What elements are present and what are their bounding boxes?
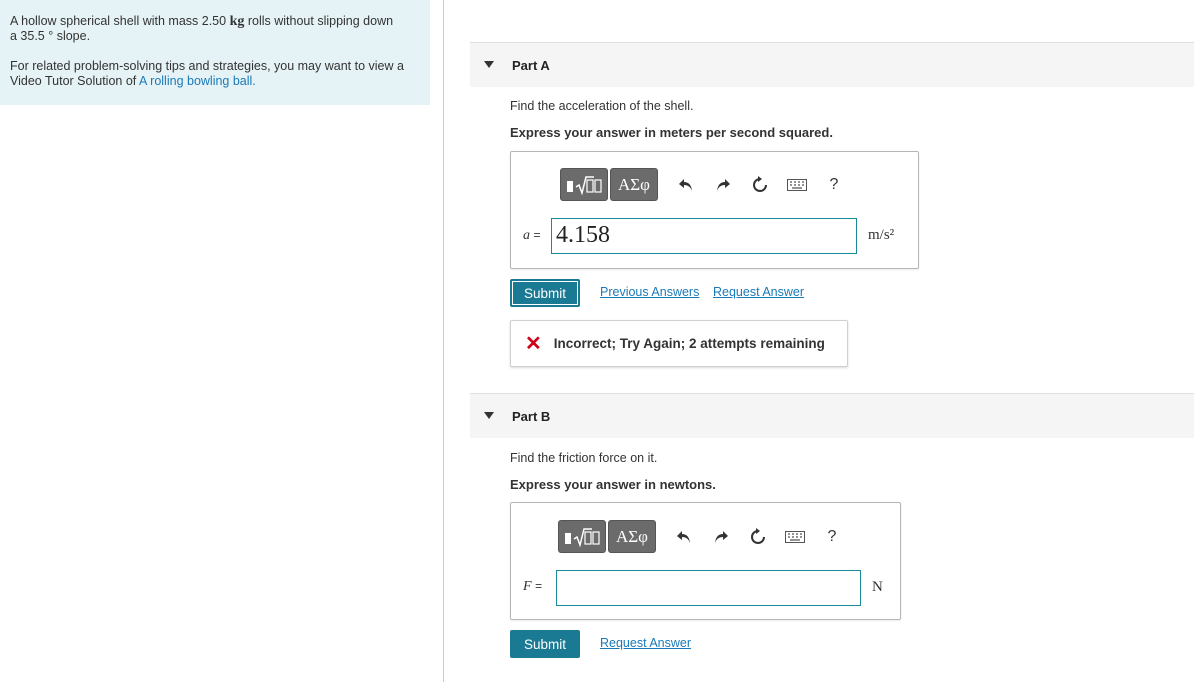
keyboard-icon[interactable] <box>785 173 809 197</box>
part-b-question: Find the friction force on it. <box>510 451 658 465</box>
part-b-title: Part B <box>512 409 551 424</box>
undo-icon[interactable] <box>672 525 696 549</box>
part-b-answer-input[interactable] <box>556 570 861 606</box>
part-a-unit: m/s² <box>868 227 895 243</box>
templates-button[interactable] <box>560 168 608 201</box>
collapse-caret-icon[interactable] <box>484 61 494 68</box>
collapse-caret-icon[interactable] <box>484 412 494 419</box>
part-a-question: Find the acceleration of the shell. <box>510 99 694 113</box>
part-a-submit-button[interactable]: Submit <box>510 279 580 307</box>
help-icon[interactable]: ? <box>820 525 844 549</box>
keyboard-icon[interactable] <box>783 525 807 549</box>
problem-statement: A hollow spherical shell with mass 2.50 … <box>10 14 394 43</box>
previous-answers-link[interactable]: Previous Answers <box>600 285 699 299</box>
help-icon[interactable]: ? <box>822 173 846 197</box>
part-a-title: Part A <box>512 58 550 73</box>
greek-symbols-button[interactable]: ΑΣφ <box>610 168 658 201</box>
part-a-variable: a = <box>523 228 541 243</box>
part-b-unit: N <box>872 579 883 595</box>
part-b-instruction: Express your answer in newtons. <box>510 477 716 492</box>
templates-icon <box>567 175 602 196</box>
redo-icon[interactable] <box>709 525 733 549</box>
part-b-request-answer-link[interactable]: Request Answer <box>600 636 691 650</box>
error-x-icon: ✕ <box>525 332 542 355</box>
problem-panel: A hollow spherical shell with mass 2.50 … <box>0 0 430 105</box>
reset-icon[interactable] <box>748 173 772 197</box>
part-b-variable: F = <box>523 579 543 594</box>
video-tutor-link[interactable]: A rolling bowling ball. <box>139 74 256 88</box>
reset-icon[interactable] <box>746 525 770 549</box>
greek-symbols-button[interactable]: ΑΣφ <box>608 520 656 553</box>
undo-icon[interactable] <box>674 173 698 197</box>
part-b-answer-box: ΑΣφ ? F = N <box>510 502 901 620</box>
part-a-answer-box: ΑΣφ ? a = 4.158 m/s² <box>510 151 919 269</box>
feedback-text: Incorrect; Try Again; 2 attempts remaini… <box>553 336 825 351</box>
part-a-answer-input[interactable]: 4.158 <box>551 218 857 254</box>
tips-text: For related problem-solving tips and str… <box>10 59 404 88</box>
templates-button[interactable] <box>558 520 606 553</box>
part-b-submit-button[interactable]: Submit <box>510 630 580 658</box>
redo-icon[interactable] <box>711 173 735 197</box>
panel-divider <box>443 0 444 682</box>
part-a-header[interactable]: Part A <box>470 42 1194 87</box>
part-b-math-toolbar: ΑΣφ ? <box>558 520 844 553</box>
part-a-request-answer-link[interactable]: Request Answer <box>713 285 804 299</box>
templates-icon <box>565 527 600 548</box>
part-b-header[interactable]: Part B <box>470 393 1194 438</box>
part-a-instruction: Express your answer in meters per second… <box>510 125 833 140</box>
part-a-math-toolbar: ΑΣφ ? <box>560 168 846 201</box>
feedback-message: ✕ Incorrect; Try Again; 2 attempts remai… <box>510 320 848 367</box>
mass-unit: kg <box>229 14 245 29</box>
